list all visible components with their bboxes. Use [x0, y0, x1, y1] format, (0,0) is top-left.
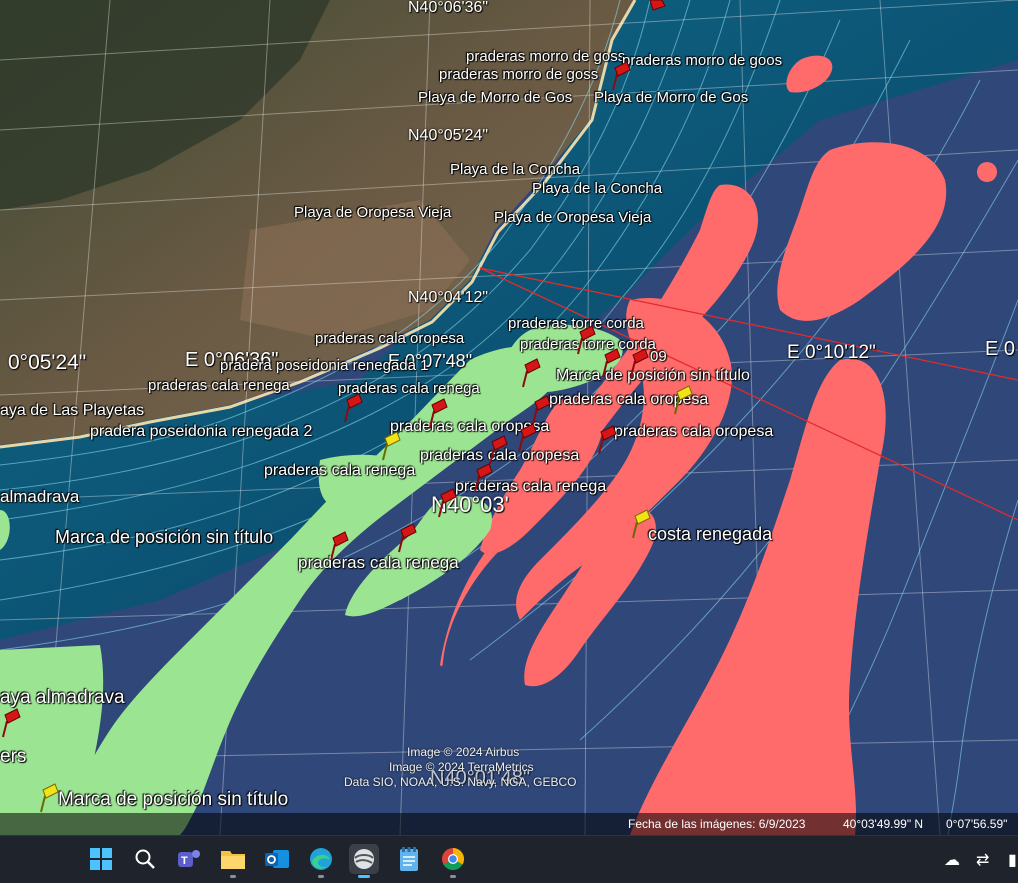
tray-overflow-icon[interactable]: ▮	[1008, 850, 1017, 870]
coord-label: E 0°10'12"	[787, 342, 876, 363]
red-pushpin-icon[interactable]	[396, 520, 418, 554]
placemark-label[interactable]: Playa de la Concha	[450, 162, 580, 177]
latitude-readout: 40°03'49.99" N	[843, 817, 924, 831]
coord-label: N40°06'36"	[408, 0, 489, 16]
imagery-credit: Image © 2024 TerraMetrics	[389, 760, 534, 774]
windows-start-icon[interactable]	[86, 844, 116, 874]
placemark-label[interactable]: costa renegada	[648, 525, 772, 543]
coord-label: 0°05'24"	[8, 351, 87, 374]
file-explorer-icon[interactable]	[218, 844, 248, 878]
placemark-label[interactable]: praderas morro de goss	[466, 49, 625, 64]
placemark-label[interactable]: Playa de Morro de Gos	[418, 90, 572, 105]
placemark-label[interactable]: 09	[650, 349, 667, 364]
placemark-label[interactable]: praderas morro de goos	[622, 53, 782, 68]
outlook-icon[interactable]	[262, 844, 292, 874]
placemark-label[interactable]: Playa de la Concha	[532, 181, 662, 196]
red-pushpin-icon[interactable]	[600, 345, 622, 379]
red-pushpin-icon[interactable]	[628, 345, 650, 379]
map-view[interactable]: N40°06'36" N40°05'24" N40°04'12" 0°05'24…	[0, 0, 1018, 835]
placemark-label[interactable]: almadrava	[0, 488, 79, 505]
placemark-label[interactable]: Marca de posición sin título	[58, 790, 288, 809]
yellow-pushpin-icon[interactable]	[672, 382, 694, 416]
coord-label: N40°04'12"	[408, 289, 489, 306]
taskbar: T ☁ ⇄ ▮	[0, 835, 1018, 883]
teams-icon[interactable]: T	[174, 844, 204, 874]
red-pushpin-icon[interactable]	[0, 705, 22, 739]
red-pushpin-icon[interactable]	[596, 422, 618, 456]
coord-label: E 0	[985, 338, 1016, 360]
placemark-label[interactable]: Playa de Oropesa Vieja	[294, 205, 451, 220]
placemark-label[interactable]: Playa de Morro de Gos	[594, 90, 748, 105]
red-pushpin-icon[interactable]	[436, 485, 458, 519]
red-pushpin-icon[interactable]	[516, 420, 538, 454]
red-pushpin-icon[interactable]	[645, 0, 667, 34]
placemark-label[interactable]: praderas cala oropesa	[315, 331, 464, 346]
placemark-label[interactable]: Marca de posición sin título	[55, 528, 273, 546]
yellow-pushpin-icon[interactable]	[38, 780, 60, 814]
chrome-icon[interactable]	[438, 844, 468, 878]
placemark-label[interactable]: pradera poseidonia renegada 2	[90, 424, 312, 440]
placemark-label[interactable]: ers	[0, 747, 26, 766]
red-pushpin-icon[interactable]	[520, 355, 542, 389]
placemark-label[interactable]: aya de Las Playetas	[0, 403, 144, 419]
placemark-label[interactable]: praderas cala oropesa	[614, 424, 773, 440]
cloud-icon[interactable]: ☁	[944, 850, 960, 870]
imagery-credit: Image © 2024 Airbus	[407, 745, 520, 759]
svg-text:T: T	[181, 855, 188, 867]
placemark-label[interactable]: praderas cala renega	[264, 463, 415, 479]
red-pushpin-icon[interactable]	[472, 460, 494, 494]
red-pushpin-icon[interactable]	[427, 395, 449, 429]
placemark-label[interactable]: praderas morro de goss	[439, 67, 598, 82]
imagery-date: Fecha de las imágenes: 6/9/2023	[628, 817, 806, 831]
red-pushpin-icon[interactable]	[328, 528, 350, 562]
status-bar: Fecha de las imágenes: 6/9/2023 40°03'49…	[0, 813, 1018, 835]
placemark-label[interactable]: Marca de posición sin título	[556, 368, 750, 384]
placemark-label[interactable]: pradera poseidonia renegada 1	[220, 358, 429, 373]
edge-icon[interactable]	[306, 844, 336, 878]
settings-toggle-icon[interactable]: ⇄	[976, 850, 989, 870]
notepad-icon[interactable]	[394, 844, 424, 874]
yellow-pushpin-icon[interactable]	[380, 428, 402, 462]
longitude-readout: 0°07'56.59"	[946, 817, 1008, 831]
placemark-label[interactable]: praderas cala renega	[148, 378, 290, 393]
red-pushpin-icon[interactable]	[575, 322, 597, 356]
placemark-label[interactable]: Playa de Oropesa Vieja	[494, 210, 651, 225]
search-icon[interactable]	[130, 844, 160, 874]
yellow-pushpin-icon[interactable]	[630, 506, 652, 540]
google-earth-icon[interactable]	[349, 844, 379, 878]
coord-label: N40°05'24"	[408, 127, 489, 144]
placemark-label[interactable]: praderas cala renega	[298, 554, 459, 571]
red-pushpin-icon[interactable]	[610, 58, 632, 92]
red-pushpin-icon[interactable]	[342, 390, 364, 424]
imagery-credit: Data SIO, NOAA, U.S. Navy, NGA, GEBCO	[344, 775, 577, 789]
